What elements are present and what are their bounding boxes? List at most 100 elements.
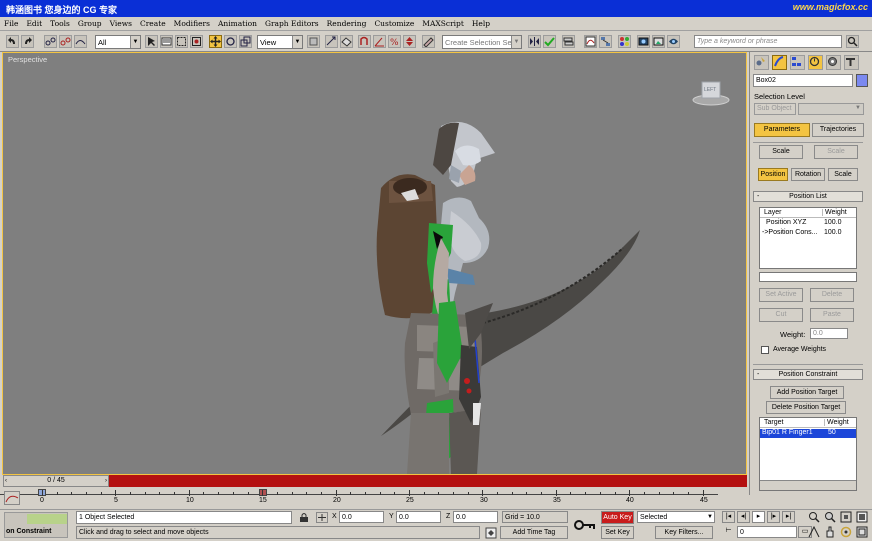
search-icon[interactable] xyxy=(846,35,859,48)
menu-edit[interactable]: Edit xyxy=(22,17,46,28)
time-slider[interactable]: ‹ 0 / 45 › xyxy=(3,475,109,487)
sub-object-dropdown[interactable]: ▼ xyxy=(798,103,864,115)
go-to-end-icon[interactable]: ▸| xyxy=(782,511,795,523)
render-setup-icon[interactable] xyxy=(637,35,650,48)
align-icon[interactable] xyxy=(543,35,556,48)
character-model[interactable] xyxy=(3,53,746,474)
average-weights-checkbox[interactable] xyxy=(761,346,769,354)
key-mode-toggle-icon[interactable]: ⊢ xyxy=(722,526,735,538)
pan-view-icon[interactable] xyxy=(824,526,836,538)
current-frame-field[interactable]: 0 xyxy=(737,526,797,538)
mini-curve-editor-button[interactable] xyxy=(4,491,20,505)
select-object-icon[interactable] xyxy=(145,35,158,48)
chevron-right-icon[interactable]: › xyxy=(105,476,107,486)
play-icon[interactable]: ▸ xyxy=(752,511,765,523)
paste-button[interactable]: Paste xyxy=(810,308,854,322)
pivot-center-icon[interactable] xyxy=(307,35,320,48)
unlink-icon[interactable] xyxy=(59,35,72,48)
z-coordinate-field[interactable]: 0.0 xyxy=(453,511,498,523)
key-mode-dropdown[interactable]: Selected ▼ xyxy=(637,511,715,523)
weight-spinner[interactable]: 0.0 xyxy=(810,328,848,339)
chevron-left-icon[interactable]: ‹ xyxy=(5,476,7,486)
zoom-extents-all-icon[interactable] xyxy=(856,511,868,523)
object-color-swatch[interactable] xyxy=(856,74,868,87)
position-list-rollout[interactable]: - Position List xyxy=(753,191,863,202)
menu-views[interactable]: Views xyxy=(106,17,136,28)
set-key-button[interactable]: Set Key xyxy=(601,526,634,539)
named-selection-sets-dropdown[interactable]: Create Selection Set ▼ xyxy=(442,35,522,49)
menu-maxscript[interactable]: MAXScript xyxy=(418,17,468,28)
list-item[interactable]: Position XYZ 100.0 xyxy=(760,219,856,229)
previous-frame-icon[interactable]: ◂| xyxy=(737,511,750,523)
scale-key-button-2[interactable]: Scale xyxy=(814,145,858,159)
horizontal-scrollbar[interactable] xyxy=(760,480,856,490)
mirror-icon[interactable] xyxy=(528,35,541,48)
key-icon[interactable] xyxy=(574,516,596,534)
percent-snap-icon[interactable]: % xyxy=(388,35,401,48)
delete-position-target-button[interactable]: Delete Position Target xyxy=(766,401,846,414)
maxscript-listener[interactable]: on Constraint xyxy=(4,512,68,538)
select-and-rotate-icon[interactable] xyxy=(224,35,237,48)
scale-key-button-1[interactable]: Scale xyxy=(759,145,803,159)
display-tab-icon[interactable] xyxy=(826,55,841,70)
scale-track-button[interactable]: Scale xyxy=(828,168,858,181)
rotation-track-button[interactable]: Rotation xyxy=(791,168,825,181)
material-editor-icon[interactable] xyxy=(618,35,631,48)
menu-help[interactable]: Help xyxy=(468,17,494,28)
select-and-move-icon[interactable] xyxy=(209,35,222,48)
target-list-box[interactable]: Target Weight Bip01 R Finger1 50 xyxy=(759,417,857,491)
bind-space-warp-icon[interactable] xyxy=(74,35,87,48)
position-track-button[interactable]: Position xyxy=(758,168,788,181)
viewcube[interactable]: LEFT xyxy=(691,78,731,108)
rendered-frame-window-icon[interactable] xyxy=(652,35,665,48)
y-coordinate-field[interactable]: 0.0 xyxy=(396,511,441,523)
add-time-tag-button[interactable]: Add Time Tag xyxy=(500,526,568,539)
set-active-button[interactable]: Set Active xyxy=(759,288,803,302)
select-and-link-icon[interactable] xyxy=(44,35,57,48)
time-tag-icon[interactable] xyxy=(485,527,497,539)
x-coordinate-field[interactable]: 0.0 xyxy=(339,511,384,523)
rectangular-selection-icon[interactable] xyxy=(175,35,188,48)
menu-customize[interactable]: Customize xyxy=(370,17,418,28)
list-item[interactable]: Bip01 R Finger1 50 xyxy=(760,429,856,438)
search-input[interactable]: Type a keyword or phrase xyxy=(694,35,842,48)
menu-create[interactable]: Create xyxy=(136,17,170,28)
menu-animation[interactable]: Animation xyxy=(214,17,261,28)
key-filters-button[interactable]: Key Filters... xyxy=(655,526,713,539)
menu-graph-editors[interactable]: Graph Editors xyxy=(261,17,323,28)
zoom-all-icon[interactable] xyxy=(824,511,836,523)
horizontal-scrollbar[interactable] xyxy=(759,272,857,282)
window-crossing-icon[interactable] xyxy=(190,35,203,48)
reference-coordinate-dropdown[interactable]: View ▼ xyxy=(257,35,303,49)
zoom-icon[interactable] xyxy=(808,511,820,523)
redo-icon[interactable] xyxy=(21,35,34,48)
delete-layer-button[interactable]: Delete xyxy=(810,288,854,302)
angle-snap-icon[interactable] xyxy=(373,35,386,48)
undo-icon[interactable] xyxy=(6,35,19,48)
maximize-viewport-icon[interactable] xyxy=(856,526,868,538)
menu-tools[interactable]: Tools xyxy=(46,17,74,28)
cut-button[interactable]: Cut xyxy=(759,308,803,322)
select-and-manipulate-icon[interactable] xyxy=(325,35,338,48)
modify-tab-icon[interactable] xyxy=(772,55,787,70)
perspective-viewport[interactable]: Perspective LEFT xyxy=(3,53,746,474)
position-constraint-rollout[interactable]: - Position Constraint xyxy=(753,369,863,380)
add-position-target-button[interactable]: Add Position Target xyxy=(770,386,844,399)
auto-key-button[interactable]: Auto Key xyxy=(601,511,634,524)
track-bar[interactable]: 0 5 10 15 20 25 30 35 40 45 xyxy=(0,487,718,509)
selection-filter-dropdown[interactable]: All ▼ xyxy=(95,35,141,49)
motion-tab-icon[interactable] xyxy=(808,55,823,70)
menu-modifiers[interactable]: Modifiers xyxy=(170,17,214,28)
menu-file[interactable]: File xyxy=(0,17,22,28)
layer-manager-icon[interactable] xyxy=(562,35,575,48)
utilities-tab-icon[interactable] xyxy=(844,55,859,70)
edit-named-selection-icon[interactable] xyxy=(422,35,435,48)
next-frame-icon[interactable]: |▸ xyxy=(767,511,780,523)
select-and-scale-icon[interactable] xyxy=(239,35,252,48)
zoom-extents-icon[interactable] xyxy=(840,511,852,523)
list-item[interactable]: ->Position Cons... 100.0 xyxy=(760,229,856,239)
curve-editor-icon[interactable] xyxy=(584,35,597,48)
menu-rendering[interactable]: Rendering xyxy=(323,17,371,28)
go-to-start-icon[interactable]: |◂ xyxy=(722,511,735,523)
keyboard-shortcut-override-icon[interactable] xyxy=(340,35,353,48)
